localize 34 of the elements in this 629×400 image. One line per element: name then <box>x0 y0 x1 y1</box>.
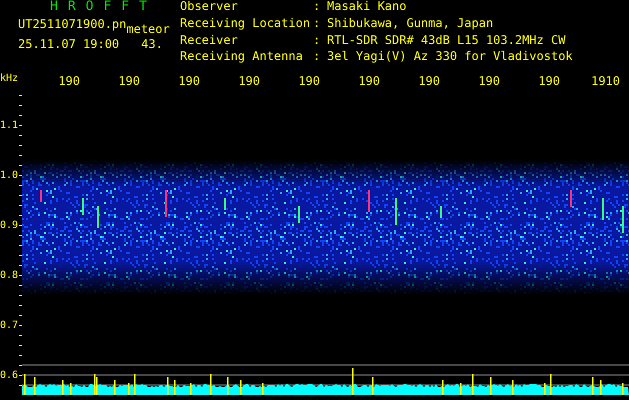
level-label: 0.7 <box>0 318 19 332</box>
level-label: 1.1 <box>0 118 19 132</box>
frequency-label: 1910 <box>590 73 620 88</box>
mode-label: meteor <box>126 22 170 36</box>
frequency-label: 190 <box>537 73 560 88</box>
info-value: 3el Yagi(V) Az 330 for Vladivostok <box>327 51 573 66</box>
info-label: Receiving Location <box>180 18 312 32</box>
separator: : <box>313 18 322 32</box>
info-label: Receiver <box>180 34 239 49</box>
frequency-label: 190 <box>357 73 380 88</box>
level-label: 0.6 <box>0 368 19 382</box>
level-label: 1.0 <box>0 168 19 182</box>
frequency-label: 190 <box>477 73 500 88</box>
separator: : <box>313 51 322 66</box>
value-text: 43. <box>141 37 163 51</box>
frequency-label: 190 <box>117 73 140 88</box>
frequency-label: 190 <box>177 73 200 88</box>
info-value: Masaki Kano <box>327 1 408 15</box>
date-time: 25.11.07 19:00 <box>18 37 120 51</box>
separator: : <box>313 1 322 15</box>
separator: : <box>313 34 322 49</box>
frequency-label: 190 <box>297 73 320 88</box>
file-name: UT2511071900.pn <box>18 17 126 31</box>
info-value: Shibukawa, Gunma, Japan <box>327 18 494 32</box>
info-label: Observer <box>180 1 239 15</box>
level-label: 0.9 <box>0 218 19 232</box>
app-title: HROFFT <box>50 0 158 16</box>
level-label: 0.8 <box>0 268 19 282</box>
unit-label: kHz <box>0 72 20 86</box>
frequency-label: 190 <box>237 73 260 88</box>
info-label: Receiving Antenna <box>180 51 304 66</box>
info-value: RTL-SDR SDR# 43dB L15 103.2MHz CW <box>327 34 566 49</box>
frequency-label: 190 <box>57 73 80 88</box>
frequency-label: 190 <box>417 73 440 88</box>
